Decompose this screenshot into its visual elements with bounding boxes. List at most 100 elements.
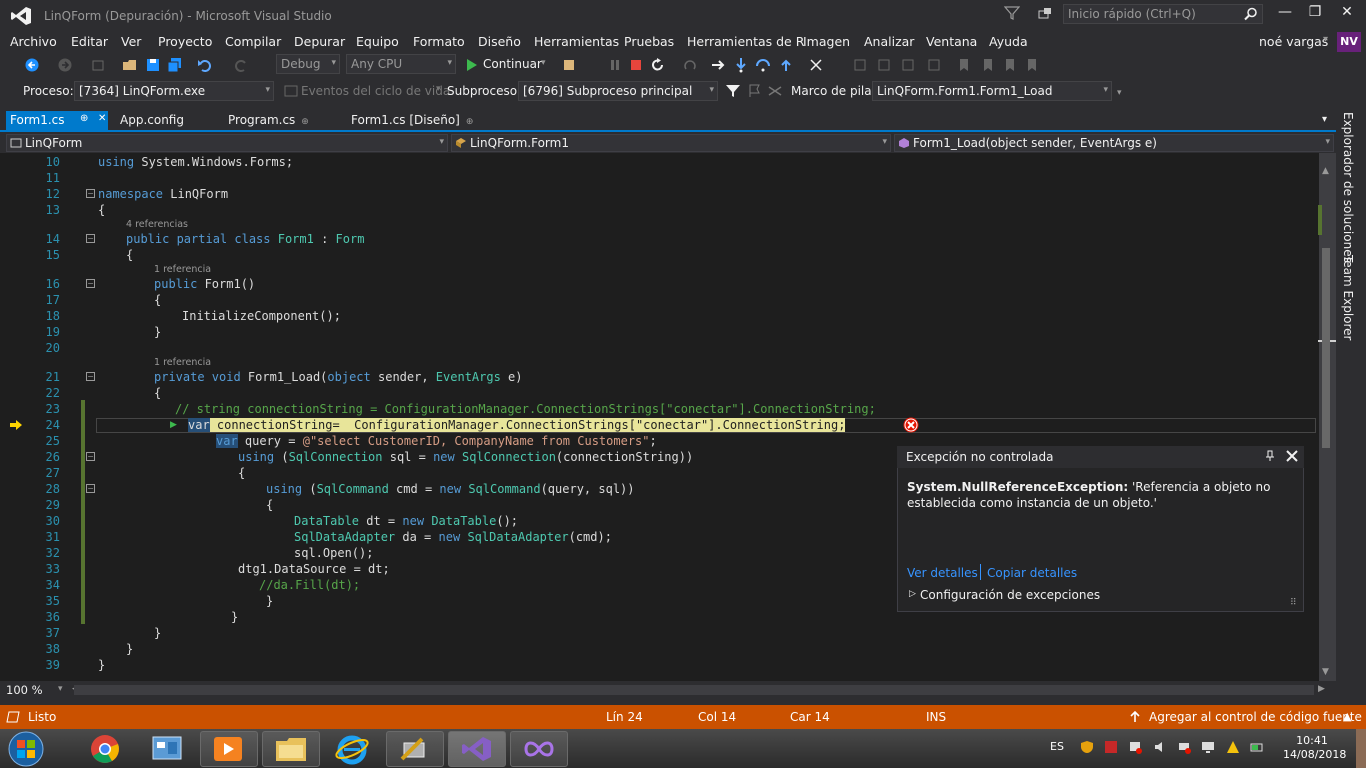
project-dropdown[interactable]: LinQForm ▾	[6, 134, 448, 152]
user-name[interactable]: noé vargas	[1259, 34, 1328, 49]
clock[interactable]: 10:41 14/08/2018	[1283, 734, 1346, 762]
fold-toggle[interactable]: −	[86, 234, 95, 243]
warning-icon[interactable]	[1226, 740, 1240, 754]
member-dropdown[interactable]: Form1_Load(object sender, EventArgs e) ▾	[894, 134, 1334, 152]
pin-icon[interactable]	[1264, 450, 1276, 462]
menu-herramientas[interactable]: Herramientas	[534, 34, 619, 49]
fold-toggle[interactable]: −	[86, 484, 95, 493]
scroll-right-icon[interactable]: ▶	[1318, 684, 1325, 694]
show-desktop-button[interactable]	[1356, 729, 1366, 768]
pin-icon[interactable]: ⊕	[301, 117, 309, 127]
shield-icon[interactable]	[1080, 740, 1094, 754]
source-control-button[interactable]: Agregar al control de código fuente	[1149, 710, 1362, 724]
bookmark-next-icon[interactable]	[1002, 57, 1018, 73]
platform-select[interactable]: Any CPU ▾	[346, 54, 456, 74]
zoom-select[interactable]: 100 % ▾	[6, 683, 68, 698]
class-dropdown[interactable]: LinQForm.Form1 ▾	[451, 134, 891, 152]
menu-ayuda[interactable]: Ayuda	[989, 34, 1028, 49]
lifecycle-events-button[interactable]: Eventos del ciclo de vida	[301, 84, 450, 98]
control-panel-icon[interactable]	[150, 734, 184, 764]
expand-arrow-icon[interactable]: ▷	[909, 589, 916, 599]
new-project-icon[interactable]	[90, 57, 106, 73]
menu-archivo[interactable]: Archivo	[10, 34, 57, 49]
hex-display-icon[interactable]	[808, 57, 824, 73]
toolbar-extra-icon[interactable]	[876, 57, 892, 73]
action-center-icon[interactable]	[1128, 740, 1142, 754]
copy-details-link[interactable]: Copiar detalles	[987, 566, 1077, 580]
restart-icon[interactable]	[650, 57, 666, 73]
forward-icon[interactable]	[57, 57, 73, 73]
exception-settings-expander[interactable]: Configuración de excepciones	[920, 588, 1100, 602]
restore-button[interactable]: ❐	[1300, 4, 1330, 24]
start-button-icon[interactable]	[4, 730, 48, 768]
menu-analizar[interactable]: Analizar	[864, 34, 914, 49]
tab-solution-explorer[interactable]: Explorador de soluciones	[1341, 112, 1355, 263]
menu-pruebas[interactable]: Pruebas	[624, 34, 674, 49]
menu-depurar[interactable]: Depurar	[294, 34, 345, 49]
toolbar-extra-icon[interactable]	[900, 57, 916, 73]
tab-overflow-button[interactable]: ▾	[1322, 114, 1327, 125]
menu-proyecto[interactable]: Proyecto	[158, 34, 212, 49]
tab-app-config[interactable]: App.config	[116, 111, 188, 130]
fold-toggle[interactable]: −	[86, 189, 95, 198]
toolbar-extra-icon[interactable]	[926, 57, 942, 73]
step-over-icon[interactable]	[755, 57, 771, 73]
thread-select[interactable]: [6796] Subproceso principal ▾	[518, 81, 718, 101]
avatar[interactable]: NV	[1337, 32, 1361, 52]
horizontal-scrollbar[interactable]	[74, 685, 1314, 695]
flag-threads-icon[interactable]	[747, 83, 763, 99]
fold-toggle[interactable]: −	[86, 372, 95, 381]
menu-imagen[interactable]: Imagen	[803, 34, 850, 49]
threads-icon[interactable]	[767, 83, 783, 99]
filter-icon[interactable]	[725, 83, 741, 99]
tab-team-explorer[interactable]: Team Explorer	[1341, 255, 1355, 341]
bookmark-clear-icon[interactable]	[1024, 57, 1040, 73]
code-lens-references[interactable]: 4 referencias	[126, 219, 188, 230]
toolbar-extra-icon[interactable]	[852, 57, 868, 73]
menu-compilar[interactable]: Compilar	[225, 34, 281, 49]
configuration-select[interactable]: Debug ▾	[276, 54, 340, 74]
save-icon[interactable]	[145, 57, 161, 73]
network-icon[interactable]	[1177, 740, 1191, 754]
scroll-down-icon[interactable]: ▼	[1322, 667, 1332, 679]
vertical-scroll-thumb[interactable]	[1322, 248, 1330, 448]
stack-frame-select[interactable]: LinQForm.Form1.Form1_Load ▾	[872, 81, 1112, 101]
show-next-statement-icon[interactable]	[710, 57, 726, 73]
pin-icon[interactable]: ⊕	[80, 113, 88, 124]
step-into-icon[interactable]	[733, 57, 749, 73]
lifecycle-events-icon[interactable]	[283, 83, 299, 99]
tab-form1-designer[interactable]: Form1.cs [Diseño] ⊕	[347, 111, 477, 130]
hot-reload-icon[interactable]	[682, 57, 698, 73]
menu-ver[interactable]: Ver	[121, 34, 141, 49]
battery-icon[interactable]	[1250, 740, 1264, 754]
menu-diseno[interactable]: Diseño	[478, 34, 521, 49]
close-icon[interactable]	[1285, 450, 1299, 462]
menu-formato[interactable]: Formato	[413, 34, 465, 49]
resize-grip-icon[interactable]: ⠿	[1290, 598, 1297, 608]
continue-play-icon[interactable]	[464, 57, 480, 73]
minimize-button[interactable]: —	[1270, 4, 1300, 24]
close-button[interactable]: ✕	[1332, 4, 1362, 24]
continue-button[interactable]: Continuar	[483, 57, 542, 71]
menu-ventana[interactable]: Ventana	[926, 34, 977, 49]
tab-program-cs[interactable]: Program.cs ⊕	[224, 111, 313, 130]
menu-herramientas-r[interactable]: Herramientas de R	[687, 34, 804, 49]
feedback-icon[interactable]	[1037, 6, 1053, 22]
save-all-icon[interactable]	[167, 57, 183, 73]
code-lens-references[interactable]: 1 referencia	[154, 357, 211, 368]
chevron-down-icon[interactable]: ▾	[541, 58, 546, 68]
internet-explorer-icon[interactable]	[334, 733, 370, 765]
toolbar-overflow-icon[interactable]: ▾	[1117, 88, 1122, 98]
pause-icon[interactable]	[607, 57, 623, 73]
tab-form1-cs[interactable]: Form1.cs ⊕ ✕	[6, 111, 108, 130]
display-icon[interactable]	[1201, 740, 1215, 754]
notification-filter-icon[interactable]	[1004, 5, 1020, 21]
stop-icon[interactable]	[628, 57, 644, 73]
process-icon[interactable]	[562, 57, 578, 73]
undo-icon[interactable]	[197, 57, 213, 73]
step-out-icon[interactable]	[778, 57, 794, 73]
run-to-click-icon[interactable]: ▶	[170, 420, 180, 431]
chevron-up-icon[interactable]: ▲	[1343, 710, 1351, 723]
redo-icon[interactable]	[233, 57, 249, 73]
open-file-icon[interactable]	[122, 57, 138, 73]
